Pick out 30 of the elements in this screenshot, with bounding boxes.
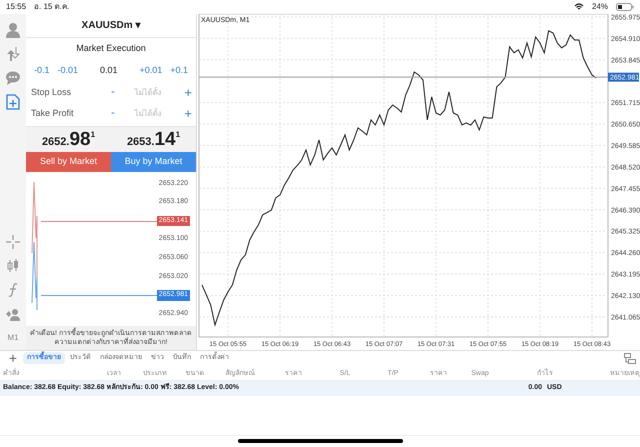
sell-button[interactable]: Sell by Market: [26, 152, 111, 172]
volume-step-button[interactable]: -0.1: [30, 64, 54, 78]
minus-button[interactable]: -: [107, 84, 119, 101]
battery-icon: [616, 3, 634, 11]
plus-button[interactable]: +: [184, 104, 192, 124]
buy-button[interactable]: Buy by Market: [111, 152, 196, 172]
chat-icon[interactable]: [5, 70, 21, 86]
shapes-icon[interactable]: [5, 306, 21, 322]
candlestick-icon[interactable]: [5, 258, 21, 274]
document-plus-icon[interactable]: [5, 94, 21, 110]
status-date: อ. 15 ต.ค.: [34, 1, 70, 13]
volume-step-button[interactable]: +0.1: [166, 64, 192, 78]
status-time: 15:55: [6, 1, 26, 13]
volume-value[interactable]: 0.01: [100, 64, 118, 78]
plus-button[interactable]: +: [184, 82, 192, 102]
symbol-selector[interactable]: XAUUSDm ▾: [82, 18, 140, 33]
timeframe-label[interactable]: M1: [7, 326, 19, 350]
person-icon[interactable]: [5, 22, 21, 38]
execution-type: Market Execution: [75, 42, 147, 56]
minus-button[interactable]: -: [107, 105, 119, 122]
battery-percent: 24%: [592, 1, 608, 13]
volume-step-button[interactable]: -0.01: [54, 64, 82, 78]
volume-step-button[interactable]: +0.01: [135, 64, 166, 78]
wifi-icon: [574, 3, 584, 11]
field-label: Take Profit: [31, 106, 75, 120]
crosshair-icon[interactable]: [5, 234, 21, 250]
layout-icon[interactable]: [624, 352, 636, 364]
field-label: Stop Loss: [31, 86, 72, 99]
up-down-arrows-icon[interactable]: [5, 46, 21, 62]
add-button[interactable]: +: [4, 351, 22, 365]
